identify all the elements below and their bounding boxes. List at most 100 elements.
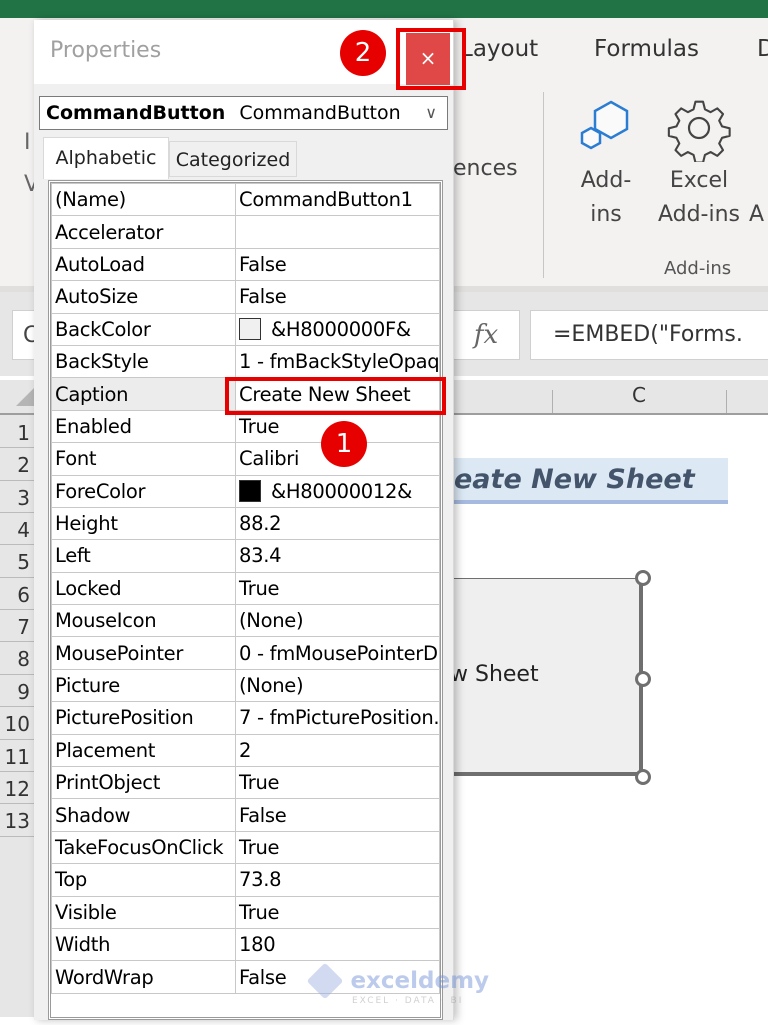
ribbon-partial-button[interactable]: A [749,202,764,227]
ribbon-tab-formulas[interactable]: Formulas [594,36,699,62]
excel-addins-button[interactable]: Excel Add-ins [652,96,746,232]
tab-alphabetic[interactable]: Alphabetic [43,137,169,179]
property-name[interactable]: Height [51,506,236,541]
property-row[interactable]: PrintObject True [51,766,440,800]
select-all-button[interactable] [16,388,34,406]
object-selector-dropdown[interactable]: CommandButton CommandButton ∨ [39,96,448,130]
row-header[interactable]: 7 [0,615,30,639]
property-name[interactable]: BackColor [51,312,236,346]
property-value[interactable]: False [235,798,440,832]
property-name[interactable]: Placement [51,733,236,768]
property-name[interactable]: (Name) [51,182,236,217]
resize-handle-top-right[interactable] [635,570,651,586]
property-value[interactable]: 73.8 [235,863,440,897]
property-value[interactable]: True [235,571,440,606]
property-row[interactable]: ForeColor &H80000012& [51,474,440,508]
property-row[interactable]: (Name) CommandButton1 [51,182,440,217]
property-name[interactable]: PicturePosition [51,701,236,735]
property-name[interactable]: Top [51,863,236,897]
property-row[interactable]: Picture (None) [51,668,440,703]
property-row[interactable]: TakeFocusOnClick True [51,830,440,865]
row-header[interactable]: 9 [0,680,30,704]
insert-function-button[interactable]: fx [452,310,520,360]
property-value[interactable]: False [235,247,440,282]
property-name[interactable]: Accelerator [51,215,236,249]
property-name[interactable]: PrintObject [51,766,236,800]
property-name[interactable]: BackStyle [51,344,236,379]
ribbon-tab-page-layout[interactable]: Layout [460,36,538,62]
property-value[interactable]: True [235,895,440,929]
row-header[interactable]: 6 [0,583,30,607]
property-value[interactable] [235,215,440,249]
row-header[interactable]: 12 [0,777,30,801]
property-name[interactable]: Left [51,539,236,573]
row-header[interactable]: 11 [0,745,30,769]
property-value[interactable]: &H80000012& [235,474,440,508]
row-header[interactable]: 2 [0,453,30,477]
property-row[interactable]: MouseIcon (None) [51,604,440,638]
property-value[interactable]: 88.2 [235,506,440,541]
property-row[interactable]: Width 180 [51,927,440,962]
column-header-c[interactable]: C [632,383,646,407]
property-name[interactable]: Enabled [51,409,236,444]
property-name[interactable]: TakeFocusOnClick [51,830,236,865]
addins-button[interactable]: Add- ins [566,96,646,232]
property-value[interactable]: 0 - fmMousePointerD [235,636,440,670]
row-header[interactable]: 5 [0,550,30,574]
property-row[interactable]: AutoLoad False [51,247,440,282]
property-value[interactable]: &H8000000F& [235,312,440,346]
property-value[interactable]: 83.4 [235,539,440,573]
property-name[interactable]: AutoSize [51,280,236,314]
property-value[interactable]: False [235,280,440,314]
properties-title-bar[interactable]: Properties × [34,20,453,85]
property-value[interactable]: True [235,766,440,800]
column-separator[interactable] [552,390,553,413]
property-value[interactable]: CommandButton1 [235,182,440,217]
resize-handle-right[interactable] [635,671,651,687]
property-name[interactable]: Visible [51,895,236,929]
property-row[interactable]: Accelerator [51,215,440,249]
property-row[interactable]: Left 83.4 [51,539,440,573]
tab-categorized[interactable]: Categorized [169,141,297,177]
row-header[interactable]: 1 [0,421,30,445]
row-header[interactable]: 4 [0,518,30,542]
property-row[interactable]: BackColor &H8000000F& [51,312,440,346]
property-name[interactable]: Picture [51,668,236,703]
ribbon-references-fragment[interactable]: ences [453,156,518,181]
property-name[interactable]: Shadow [51,798,236,832]
property-value[interactable]: 180 [235,927,440,962]
property-row[interactable]: Locked True [51,571,440,606]
property-value[interactable]: 2 [235,733,440,768]
property-name[interactable]: WordWrap [51,960,236,994]
resize-handle-bottom-right[interactable] [635,769,651,785]
property-value[interactable]: 7 - fmPicturePosition. [235,701,440,735]
cell-title-create-new-sheet[interactable]: eate New Sheet [452,458,728,504]
row-header[interactable]: 3 [0,486,30,510]
property-value[interactable]: (None) [235,604,440,638]
property-name[interactable]: AutoLoad [51,247,236,282]
property-value[interactable]: True [235,830,440,865]
row-header[interactable]: 13 [0,809,30,833]
property-value[interactable]: 1 - fmBackStyleOpaq [235,344,440,379]
property-row[interactable]: Placement 2 [51,733,440,768]
property-name[interactable]: Caption [51,377,236,411]
property-row[interactable]: Visible True [51,895,440,929]
formula-input[interactable]: =EMBED("Forms. [530,310,768,360]
property-name[interactable]: Width [51,927,236,962]
row-header[interactable]: 10 [0,712,30,736]
property-row[interactable]: MousePointer 0 - fmMousePointerD [51,636,440,670]
property-value[interactable]: (None) [235,668,440,703]
property-row[interactable]: Font Calibri [51,442,440,476]
property-row[interactable]: Enabled True [51,409,440,444]
row-header[interactable]: 8 [0,647,30,671]
property-row[interactable]: Height 88.2 [51,506,440,541]
property-row[interactable]: Top 73.8 [51,863,440,897]
property-name[interactable]: MousePointer [51,636,236,670]
property-row[interactable]: Shadow False [51,798,440,832]
property-name[interactable]: ForeColor [51,474,236,508]
property-row[interactable]: AutoSize False [51,280,440,314]
column-separator[interactable] [726,390,727,413]
property-name[interactable]: Font [51,442,236,476]
ribbon-tab-data[interactable]: D [757,36,768,62]
property-row[interactable]: BackStyle 1 - fmBackStyleOpaq [51,344,440,379]
